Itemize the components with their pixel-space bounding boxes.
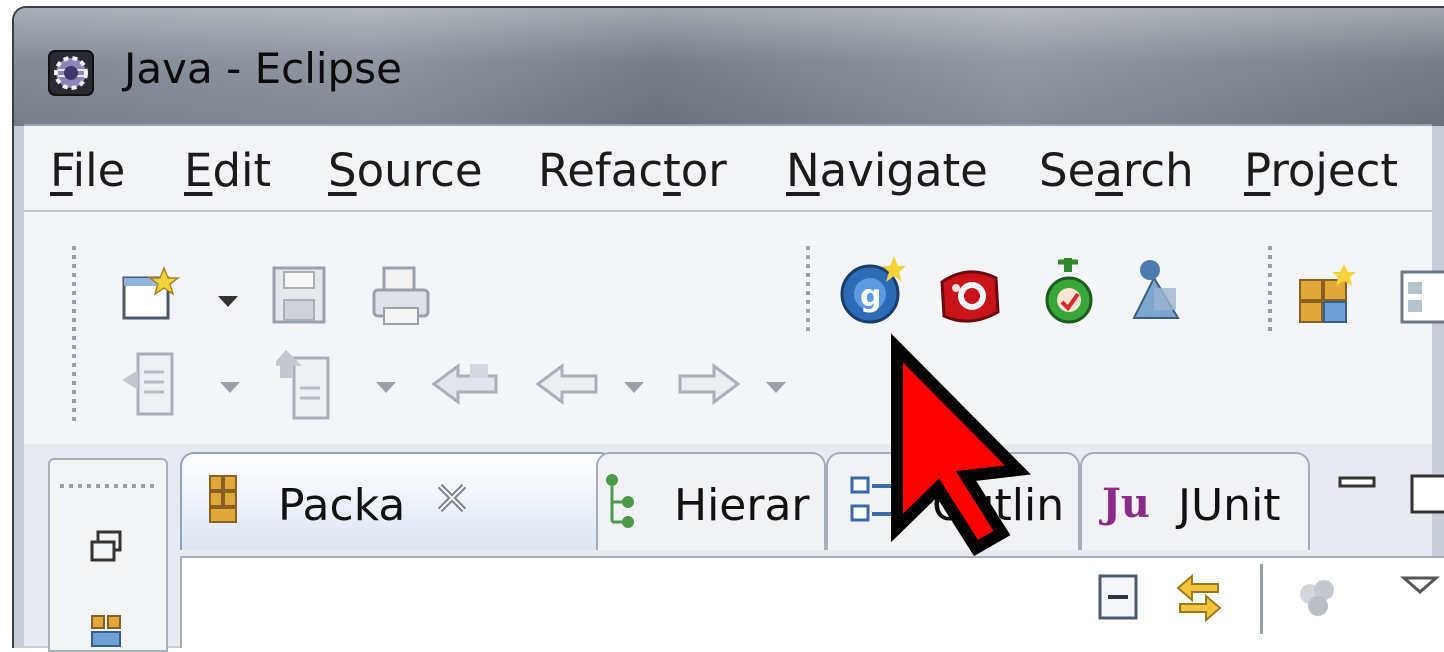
menu-source-mnemonic: S (328, 144, 357, 197)
package-explorer-mini-icon[interactable] (88, 610, 124, 650)
back-dropdown[interactable] (624, 382, 644, 393)
outline-icon (850, 476, 892, 522)
menu-navigate-mnemonic: N (786, 144, 820, 197)
package-explorer-body (180, 556, 1444, 648)
forward-dropdown[interactable] (766, 382, 786, 393)
forward-icon[interactable] (676, 360, 742, 408)
menu-source-rest: ource (356, 144, 483, 197)
junit-icon: Ju (1102, 480, 1151, 527)
collapse-all-icon[interactable] (1094, 572, 1142, 622)
previous-annotation-dropdown[interactable] (376, 382, 396, 393)
tab-junit[interactable]: Ju JUnit (1080, 452, 1310, 550)
tab-package-explorer-label: Packa (278, 480, 406, 531)
menu-file-mnemonic: F (50, 144, 73, 197)
restore-icon[interactable] (88, 528, 124, 564)
back-icon[interactable] (534, 360, 600, 408)
window-title: Java - Eclipse (124, 44, 402, 93)
main-toolbar: g (24, 212, 1444, 444)
title-bar[interactable]: Java - Eclipse (14, 8, 1444, 126)
next-annotation-dropdown[interactable] (220, 382, 240, 393)
menu-search-pre: Se (1039, 144, 1096, 197)
minimize-icon[interactable] (1336, 470, 1378, 500)
minimized-side-panel (48, 458, 168, 652)
toolbar-grip[interactable] (1268, 246, 1272, 336)
menu-edit-mnemonic: E (184, 144, 213, 197)
menu-search[interactable]: Search (1039, 144, 1194, 197)
new-google-project-icon[interactable]: g (838, 256, 906, 326)
menu-refactor[interactable]: Refactor (538, 144, 727, 197)
menu-search-mnemonic: a (1095, 144, 1123, 197)
new-class-icon[interactable] (1396, 262, 1444, 328)
view-menu-icon[interactable] (1400, 574, 1440, 594)
tab-hierarchy[interactable]: Hierar (596, 452, 826, 550)
toolbar-grip[interactable] (806, 246, 810, 336)
menu-project[interactable]: Project (1244, 144, 1398, 197)
tab-package-explorer[interactable]: Packa (180, 452, 614, 550)
new-wizard-icon[interactable] (118, 266, 184, 328)
new-dropdown-arrow[interactable] (218, 296, 238, 307)
print-icon[interactable] (368, 264, 434, 328)
menu-source[interactable]: Source (328, 144, 483, 197)
menu-search-rest: rch (1122, 144, 1194, 197)
menu-project-rest: roject (1270, 144, 1398, 197)
publish-icon[interactable] (1124, 258, 1188, 328)
tab-junit-label: JUnit (1178, 480, 1281, 531)
menu-navigate[interactable]: Navigate (786, 144, 988, 197)
menu-refactor-mnemonic: t (663, 144, 681, 197)
menu-refactor-pre: Refac (538, 144, 664, 197)
tab-outline[interactable]: Outlin (826, 452, 1080, 550)
menu-file-rest: ile (72, 144, 126, 197)
menu-navigate-rest: avigate (819, 144, 988, 197)
last-edit-location-icon[interactable] (430, 360, 500, 408)
deploy-icon[interactable] (934, 262, 1006, 328)
menu-bar: File Edit Source Refactor Navigate Searc… (24, 124, 1432, 212)
hierarchy-icon (606, 474, 634, 528)
panel-grip[interactable] (60, 484, 156, 488)
svg-text:g: g (860, 279, 881, 314)
menu-project-mnemonic: P (1244, 144, 1271, 197)
tab-outline-label: Outlin (932, 480, 1065, 531)
new-java-package-icon[interactable] (1294, 262, 1360, 328)
next-annotation-icon[interactable] (120, 350, 178, 422)
package-explorer-icon (209, 475, 237, 523)
save-icon[interactable] (270, 264, 330, 328)
menu-edit-rest: dit (212, 144, 272, 197)
menu-file[interactable]: File (50, 144, 125, 197)
previous-annotation-icon[interactable] (276, 348, 336, 422)
close-icon[interactable] (432, 478, 472, 518)
maximize-icon[interactable] (1408, 470, 1444, 516)
link-with-editor-icon[interactable] (1172, 570, 1226, 626)
toolbar-grip[interactable] (72, 246, 76, 422)
debug-run-icon[interactable] (1042, 256, 1098, 328)
menu-refactor-rest: or (680, 144, 727, 197)
view-toolbar-separator (1260, 564, 1263, 634)
tab-hierarchy-label: Hierar (674, 480, 810, 531)
focus-on-task-icon[interactable] (1294, 574, 1342, 622)
menu-edit[interactable]: Edit (184, 144, 271, 197)
eclipse-icon[interactable] (48, 50, 94, 96)
